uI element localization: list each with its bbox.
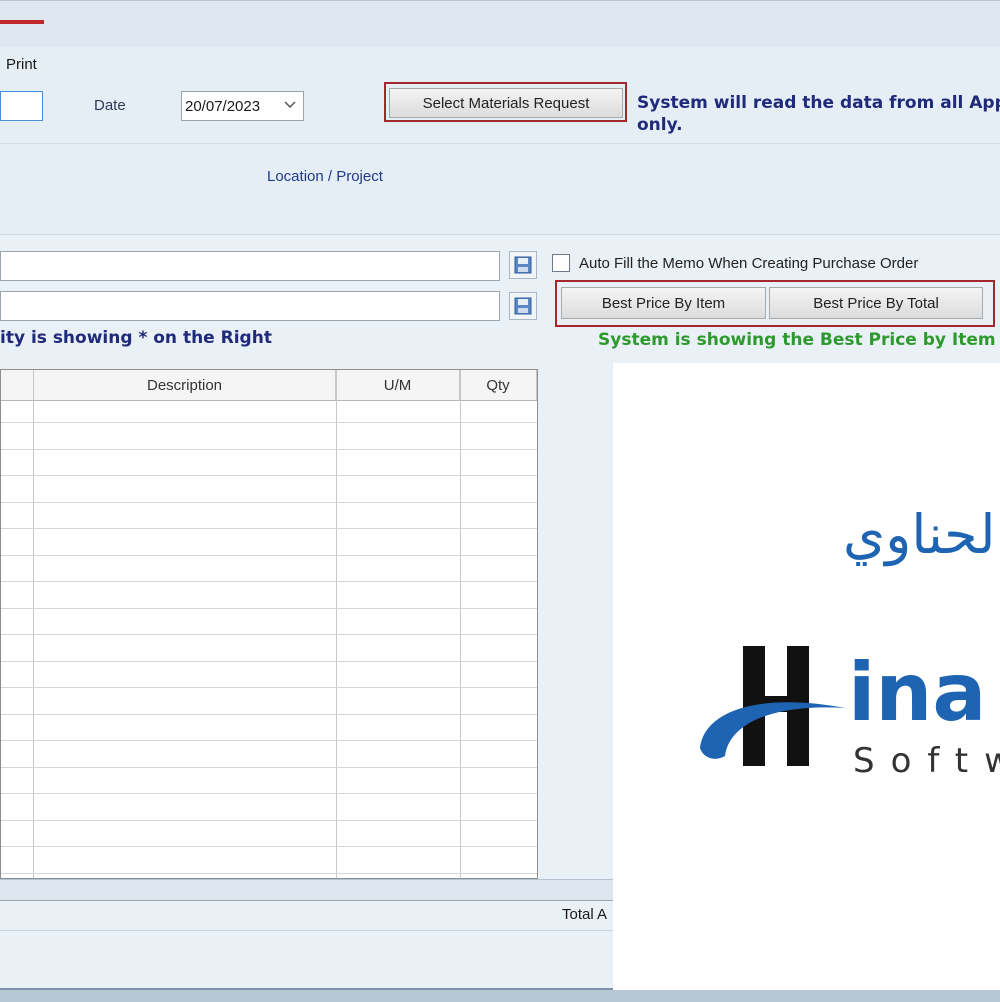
logo-h-mark xyxy=(700,646,845,766)
document-number-input[interactable] xyxy=(0,91,43,121)
memo-input-2[interactable] xyxy=(0,291,500,321)
total-amount-label: Total A xyxy=(562,906,608,923)
grid-row-line xyxy=(1,608,537,609)
column-header-qty[interactable]: Qty xyxy=(460,370,537,400)
approval-note-line2: only. xyxy=(637,115,683,135)
save-icon[interactable] xyxy=(509,292,537,320)
location-project-label: Location / Project xyxy=(267,168,383,185)
grid-row-line xyxy=(1,873,537,874)
grid-column-divider xyxy=(460,370,461,878)
date-picker[interactable]: 20/07/2023 xyxy=(181,91,304,121)
logo-latin-text: ina xyxy=(848,646,987,739)
autofill-memo-label: Auto Fill the Memo When Creating Purchas… xyxy=(579,255,919,272)
best-price-by-item-button[interactable]: Best Price By Item xyxy=(561,287,766,319)
logo-arabic-text: الحناوي xyxy=(843,503,1000,566)
grid-row-line xyxy=(1,687,537,688)
grid-header: Description U/M Qty xyxy=(1,370,537,401)
grid-row-line xyxy=(1,502,537,503)
date-value: 20/07/2023 xyxy=(185,97,261,115)
grid-row-line xyxy=(1,528,537,529)
column-header-um[interactable]: U/M xyxy=(336,370,460,400)
grid-row-line xyxy=(1,581,537,582)
grid-scrollbar-area[interactable] xyxy=(0,879,613,901)
location-band xyxy=(0,144,1000,235)
grid-column-divider xyxy=(336,370,337,878)
save-icon[interactable] xyxy=(509,251,537,279)
column-header-description[interactable]: Description xyxy=(34,370,336,400)
title-accent-mark xyxy=(0,20,44,24)
best-price-by-total-button[interactable]: Best Price By Total xyxy=(769,287,983,319)
select-materials-request-button[interactable]: Select Materials Request xyxy=(389,88,623,118)
grid-row-line xyxy=(1,714,537,715)
grid-row-line xyxy=(1,661,537,662)
chevron-down-icon[interactable] xyxy=(283,97,297,115)
approval-note: System will read the data from all Appro… xyxy=(637,92,1000,136)
logo-overlay: الحناوي ina Softw xyxy=(613,363,1000,990)
grid-row-line xyxy=(1,475,537,476)
grid-column-divider xyxy=(33,370,34,878)
quantity-note: ity is showing * on the Right xyxy=(0,328,272,348)
best-price-note: System is showing the Best Price by Item xyxy=(598,330,996,350)
window-title-bar xyxy=(0,0,1000,48)
memo-input-1[interactable] xyxy=(0,251,500,281)
footer-divider xyxy=(0,930,613,931)
grid-row-line xyxy=(1,555,537,556)
date-label: Date xyxy=(94,97,126,114)
approval-note-line1: System will read the data from all Appro xyxy=(637,93,1000,113)
print-label: Print xyxy=(6,56,37,73)
grid-row-line xyxy=(1,422,537,423)
row-header-cell xyxy=(1,370,34,400)
grid-row-line xyxy=(1,793,537,794)
grid-row-line xyxy=(1,634,537,635)
grid-row-line xyxy=(1,740,537,741)
autofill-memo-checkbox[interactable] xyxy=(552,254,570,272)
grid-row-line xyxy=(1,820,537,821)
grid-row-line xyxy=(1,767,537,768)
grid-row-line xyxy=(1,449,537,450)
items-grid[interactable]: Description U/M Qty xyxy=(0,369,538,879)
grid-row-line xyxy=(1,846,537,847)
logo-tagline: Softw xyxy=(853,741,1000,781)
